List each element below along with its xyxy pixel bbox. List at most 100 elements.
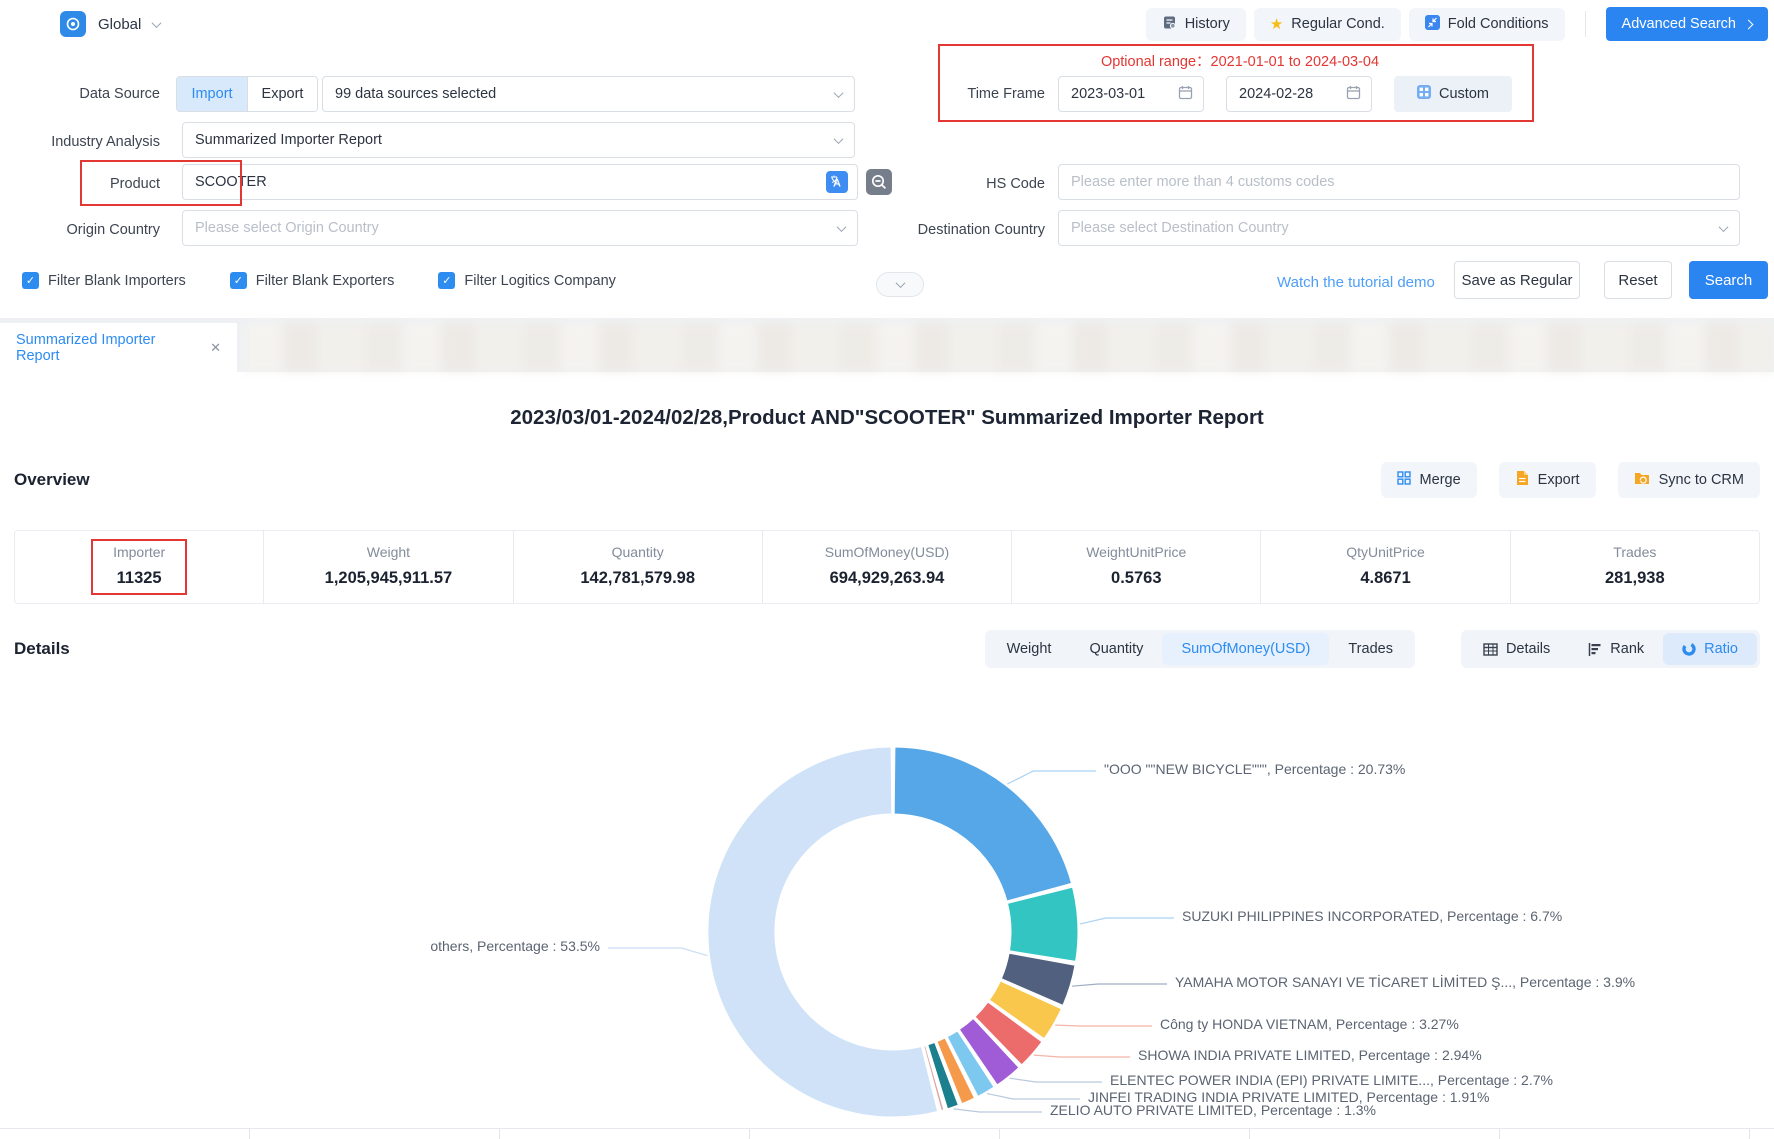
details-heading: Details [14, 639, 70, 659]
export-label: Export [1538, 472, 1580, 488]
chart-label: SUZUKI PHILIPPINES INCORPORATED, Percent… [1182, 908, 1562, 924]
history-label: History [1185, 16, 1230, 32]
product-input[interactable] [182, 164, 858, 200]
stat-value: 281,938 [1511, 569, 1759, 588]
region-selector[interactable]: Global [60, 11, 160, 37]
overview-stats-card: Importer11325Weight 1,205,945,911.57Quant… [14, 530, 1760, 604]
chart-label: others, Percentage : 53.5% [430, 938, 600, 954]
industry-analysis-value: Summarized Importer Report [195, 132, 382, 148]
metric-tab-sumofmoney-usd-[interactable]: SumOfMoney(USD) [1162, 633, 1329, 665]
checkbox-checked-icon[interactable]: ✓ [22, 272, 39, 289]
history-button[interactable]: History [1146, 8, 1246, 41]
end-date-field[interactable]: 2024-02-28 [1226, 76, 1372, 112]
filter-checkbox-2[interactable]: ✓ Filter Logitics Company [438, 272, 616, 289]
data-source-toggle: Import Export [176, 76, 318, 112]
regular-cond-button[interactable]: ★ Regular Cond. [1254, 8, 1401, 41]
origin-country-select[interactable]: Please select Origin Country [182, 210, 858, 246]
stat-value: 1,205,945,911.57 [264, 569, 512, 588]
merge-label: Merge [1420, 472, 1461, 488]
data-sources-select[interactable]: 99 data sources selected [322, 76, 855, 112]
export-toggle[interactable]: Export [247, 77, 317, 111]
overview-heading: Overview [14, 470, 90, 490]
label-leader-line [1007, 771, 1096, 784]
advanced-search-button[interactable]: Advanced Search [1606, 7, 1768, 41]
expand-conditions-button[interactable] [876, 272, 924, 297]
regular-cond-label: Regular Cond. [1291, 16, 1385, 32]
import-toggle[interactable]: Import [177, 77, 247, 111]
filter-checkbox-0[interactable]: ✓ Filter Blank Importers [22, 272, 186, 289]
details-header: Details WeightQuantitySumOfMoney(USD)Tra… [14, 628, 1760, 670]
stat-trades: Trades 281,938 [1510, 531, 1759, 603]
label-leader-line [1080, 918, 1174, 924]
view-tab-label: Rank [1610, 641, 1644, 657]
view-tab-label: Details [1506, 641, 1550, 657]
metric-tab-trades[interactable]: Trades [1329, 633, 1412, 665]
search-form: Data Source Import Export 99 data source… [0, 48, 1774, 318]
tutorial-link[interactable]: Watch the tutorial demo [1277, 274, 1435, 291]
view-tab-label: Ratio [1704, 641, 1738, 657]
stat-value: 142,781,579.98 [514, 569, 762, 588]
industry-analysis-label: Industry Analysis [10, 132, 160, 152]
tab-summarized-importer-report[interactable]: Summarized Importer Report ✕ [0, 323, 237, 372]
hs-code-input[interactable] [1058, 164, 1740, 200]
chart-label: "OOO ""NEW BICYCLE""", Percentage : 20.7… [1104, 761, 1405, 777]
pie-slice-0[interactable] [894, 747, 1071, 901]
start-date-value: 2023-03-01 [1071, 86, 1145, 102]
fold-conditions-button[interactable]: Fold Conditions [1409, 8, 1565, 41]
stat-importer: Importer11325 [15, 531, 263, 603]
label-leader-line [1055, 1025, 1152, 1026]
filter-checkbox-1[interactable]: ✓ Filter Blank Exporters [230, 272, 395, 289]
chevron-down-icon [834, 134, 844, 144]
industry-analysis-select[interactable]: Summarized Importer Report [182, 122, 855, 158]
metric-tab-weight[interactable]: Weight [988, 633, 1071, 665]
custom-label: Custom [1439, 86, 1489, 102]
globe-logo-icon [60, 11, 86, 37]
stat-value: 11325 [15, 569, 263, 588]
tab-strip: Summarized Importer Report ✕ [0, 318, 1774, 372]
close-icon[interactable]: ✕ [210, 340, 221, 356]
start-date-field[interactable]: 2023-03-01 [1058, 76, 1204, 112]
export-button[interactable]: Export [1499, 462, 1596, 498]
chart-label: ZELIO AUTO PRIVATE LIMITED, Percentage :… [1050, 1102, 1376, 1118]
view-tab-rank[interactable]: Rank [1569, 633, 1663, 665]
calendar-icon [1178, 85, 1193, 104]
save-as-regular-button[interactable]: Save as Regular [1454, 261, 1580, 299]
label-leader-line [1034, 1055, 1130, 1057]
reset-button[interactable]: Reset [1604, 261, 1672, 299]
exclude-search-icon[interactable] [866, 169, 892, 195]
topbar-actions: History ★ Regular Cond. Fold Conditions … [1146, 7, 1768, 41]
checkbox-label: Filter Blank Importers [48, 273, 186, 289]
rank-icon [1588, 643, 1602, 656]
checkbox-checked-icon[interactable]: ✓ [230, 272, 247, 289]
search-button[interactable]: Search [1689, 261, 1768, 299]
stat-value: 694,929,263.94 [763, 569, 1011, 588]
destination-country-select[interactable]: Please select Destination Country [1058, 210, 1740, 246]
sync-to-crm-button[interactable]: Sync to CRM [1618, 462, 1760, 498]
custom-range-button[interactable]: Custom [1394, 76, 1512, 112]
merge-button[interactable]: Merge [1381, 462, 1477, 498]
metric-tab-quantity[interactable]: Quantity [1070, 633, 1162, 665]
details-icon [1483, 643, 1498, 656]
view-tab-details[interactable]: Details [1464, 633, 1569, 665]
stat-label: Weight [264, 544, 512, 560]
chart-label: YAMAHA MOTOR SANAYI VE TİCARET LİMİTED Ş… [1175, 974, 1635, 990]
stat-label: Quantity [514, 544, 762, 560]
stat-weightunitprice: WeightUnitPrice0.5763 [1011, 531, 1260, 603]
stat-value: 4.8671 [1261, 569, 1509, 588]
optional-range-text: Optional range：2021-01-01 to 2024-03-04 [950, 50, 1530, 71]
stat-label: QtyUnitPrice [1261, 544, 1509, 560]
merge-icon [1397, 471, 1411, 489]
tab-title: Summarized Importer Report [16, 332, 198, 364]
checkbox-label: Filter Logitics Company [464, 273, 616, 289]
view-tab-ratio[interactable]: Ratio [1663, 633, 1757, 665]
overview-header: Overview Merge Export Sync to CRM [14, 460, 1760, 500]
stat-label: Trades [1511, 544, 1759, 560]
checkbox-label: Filter Blank Exporters [256, 273, 395, 289]
translate-icon[interactable]: A [826, 171, 848, 193]
chevron-right-icon [1744, 19, 1754, 29]
stat-sumofmoney-usd-: SumOfMoney(USD)694,929,263.94 [762, 531, 1011, 603]
advanced-search-label: Advanced Search [1622, 16, 1736, 32]
checkbox-row: ✓ Filter Blank Importers ✓ Filter Blank Exp… [22, 272, 616, 289]
checkbox-checked-icon[interactable]: ✓ [438, 272, 455, 289]
divider [1585, 11, 1586, 37]
